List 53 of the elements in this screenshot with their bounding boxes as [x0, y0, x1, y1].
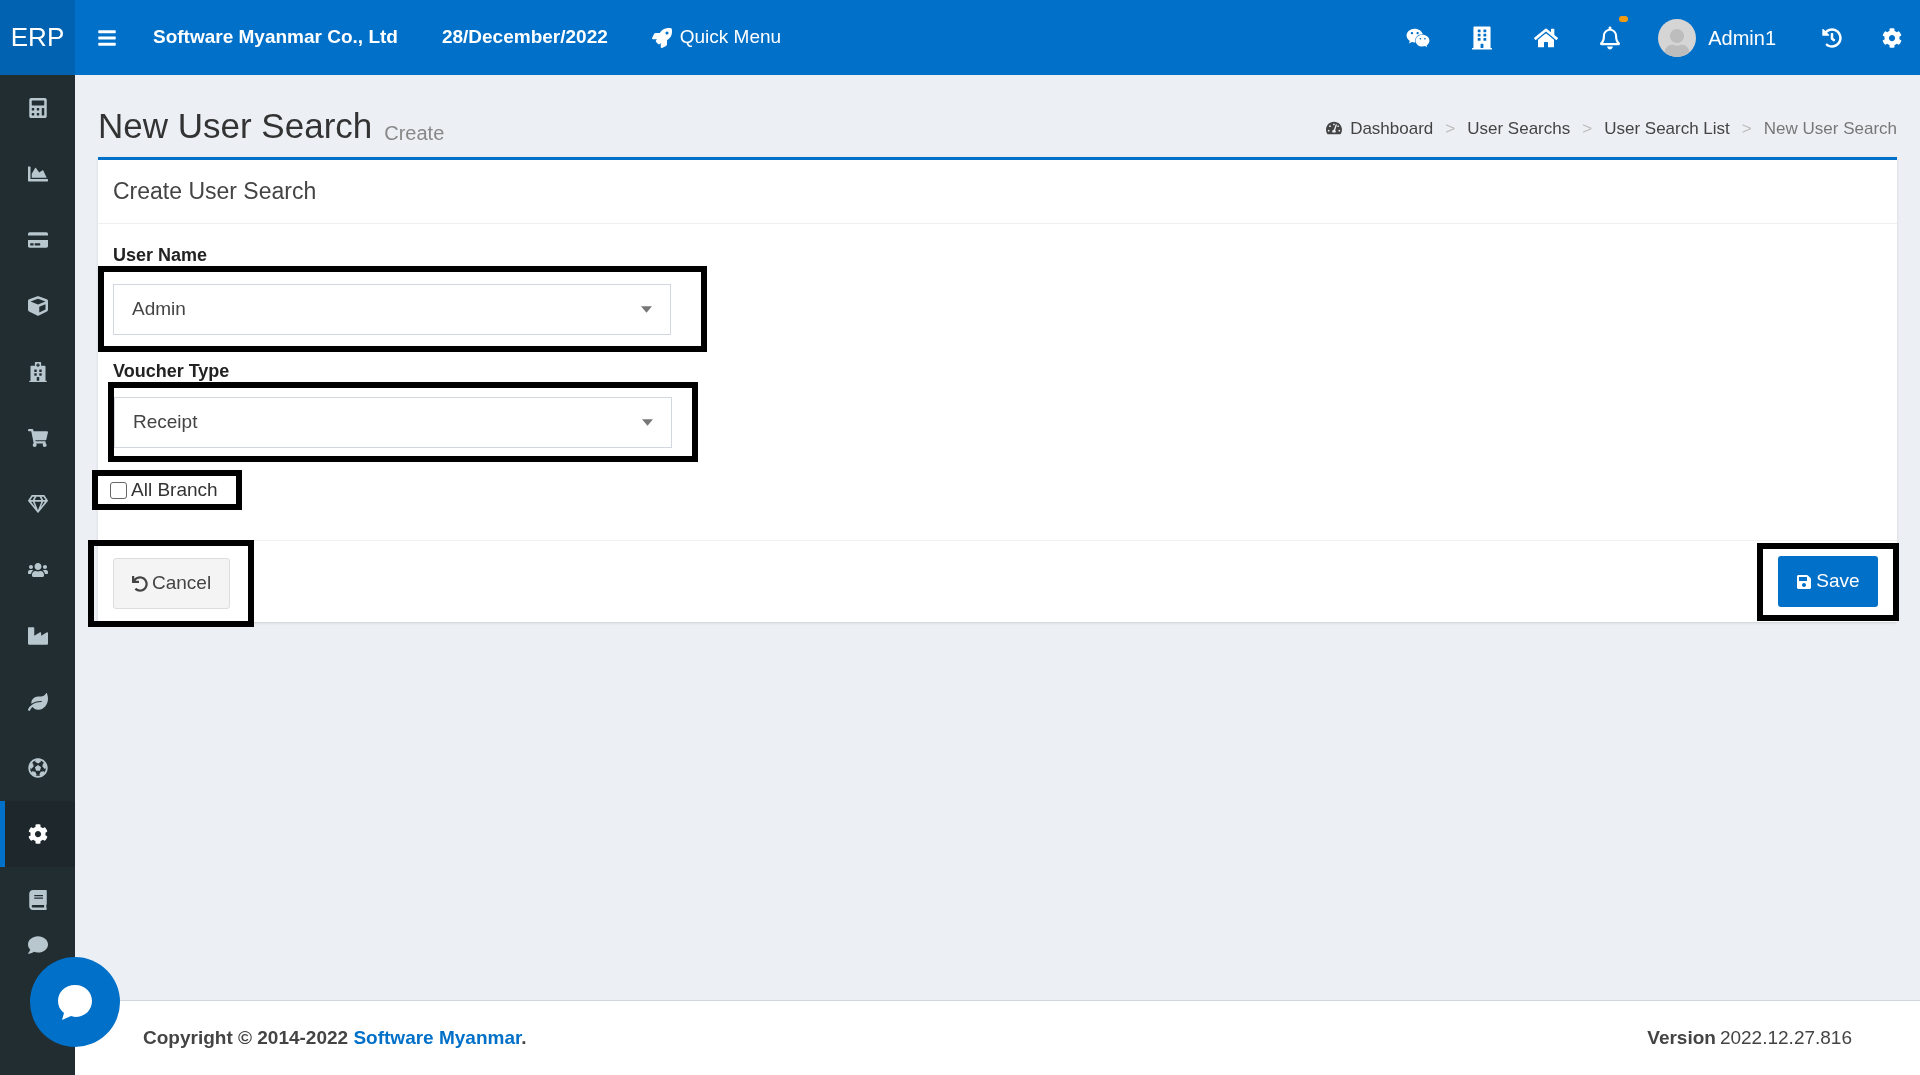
- book-icon: [27, 890, 48, 910]
- page-title: New User Search: [98, 108, 373, 143]
- version-label: Version: [1647, 1025, 1716, 1050]
- card-title: Create User Search: [113, 177, 317, 207]
- speech-bubble-icon: [55, 982, 95, 1022]
- breadcrumb-link[interactable]: Dashboard: [1326, 115, 1434, 141]
- credit-card-icon: [27, 230, 48, 250]
- caret-icon: [642, 418, 653, 426]
- chat-icon: [27, 935, 48, 955]
- calculator-icon: [27, 98, 48, 118]
- copyright-text: Copyright © 2014-2022 Software Myanmar.: [143, 1025, 527, 1050]
- select-field[interactable]: Admin: [113, 283, 671, 335]
- select-field[interactable]: Receipt: [114, 396, 672, 448]
- leaf-icon: [27, 692, 48, 712]
- save-icon: [1796, 573, 1813, 590]
- avatar-icon: [1658, 18, 1697, 57]
- history-icon: [1822, 27, 1842, 48]
- breadcrumb-link[interactable]: User Search List: [1604, 115, 1730, 141]
- factory-icon: [27, 626, 48, 646]
- page-subtitle: Create: [384, 123, 445, 143]
- brand-logo[interactable]: ERP: [0, 0, 75, 75]
- quick-menu-link[interactable]: Quick Menu: [651, 23, 782, 52]
- field-label: User Name: [113, 244, 209, 266]
- save-button[interactable]: Save: [1778, 556, 1878, 607]
- checkbox[interactable]: All Branch: [110, 475, 218, 505]
- checkbox-box[interactable]: [110, 481, 127, 499]
- caret-icon: [641, 305, 652, 313]
- settings-icon: [27, 824, 48, 844]
- cancel-button[interactable]: Cancel: [113, 558, 231, 609]
- breadcrumb-separator: >: [1582, 117, 1593, 140]
- rocket-icon: [651, 27, 672, 48]
- area-chart-icon: [27, 164, 48, 184]
- breadcrumb-link[interactable]: User Searchs: [1467, 115, 1571, 141]
- sidebar-item[interactable]: [0, 801, 75, 867]
- version-number: 2022.12.27.816: [1719, 1025, 1852, 1050]
- field-label: Voucher Type: [113, 360, 231, 382]
- breadcrumb-separator: >: [1445, 117, 1456, 140]
- building-icon: [27, 362, 48, 382]
- company-link[interactable]: Software Myanmar: [353, 1026, 522, 1048]
- undo-icon: [132, 575, 148, 592]
- cart-icon: [27, 428, 48, 448]
- settings-icon: [1882, 27, 1902, 48]
- user-menu[interactable]: Admin1: [1658, 18, 1776, 57]
- building-icon: [1472, 25, 1493, 50]
- company-name: Software Myanmar Co., Ltd: [153, 25, 398, 50]
- cube-icon: [27, 296, 48, 316]
- dashboard-icon: [1326, 120, 1343, 137]
- menu-icon: [97, 27, 117, 48]
- breadcrumb-separator: >: [1741, 117, 1752, 140]
- users-icon: [27, 560, 48, 580]
- gem-icon: [27, 494, 48, 514]
- bell-icon: [1600, 25, 1621, 50]
- date-text: 28/December/2022: [441, 25, 608, 50]
